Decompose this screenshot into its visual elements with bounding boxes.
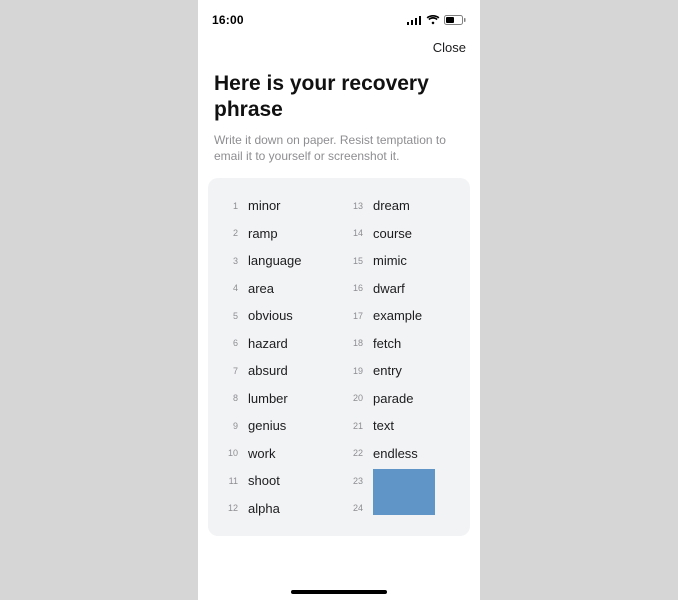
phrase-word: language xyxy=(248,253,302,268)
phrase-word: area xyxy=(248,281,274,296)
phrase-number: 22 xyxy=(343,448,363,458)
phrase-word: parade xyxy=(373,391,413,406)
phrase-item: 15 mimic xyxy=(343,247,460,275)
phrase-number: 24 xyxy=(343,503,363,513)
phrase-column-left: 1 minor 2 ramp 3 language 4 area xyxy=(218,192,335,522)
phrase-word: entry xyxy=(373,363,402,378)
phrase-item: 20 parade xyxy=(343,384,460,412)
phrase-word: genius xyxy=(248,418,286,433)
phrase-number: 9 xyxy=(218,421,238,431)
phrase-word: dream xyxy=(373,198,410,213)
phrase-item: 18 fetch xyxy=(343,329,460,357)
phrase-item: 13 dream xyxy=(343,192,460,220)
phrase-item: 11 shoot xyxy=(218,467,335,495)
phrase-item: 12 alpha xyxy=(218,494,335,522)
phrase-number: 10 xyxy=(218,448,238,458)
phrase-number: 13 xyxy=(343,201,363,211)
phrase-number: 5 xyxy=(218,311,238,321)
phrase-item: 10 work xyxy=(218,439,335,467)
close-button[interactable]: Close xyxy=(433,40,466,55)
home-indicator xyxy=(291,590,387,594)
phrase-number: 15 xyxy=(343,256,363,266)
phrase-word: ramp xyxy=(248,226,278,241)
phrase-number: 16 xyxy=(343,283,363,293)
phrase-number: 4 xyxy=(218,283,238,293)
phrase-word: minor xyxy=(248,198,281,213)
phrase-number: 17 xyxy=(343,311,363,321)
phrase-item: 5 obvious xyxy=(218,302,335,330)
phrase-item: 2 ramp xyxy=(218,219,335,247)
phrase-item: 3 language xyxy=(218,247,335,275)
phrase-number: 18 xyxy=(343,338,363,348)
phrase-word: obvious xyxy=(248,308,293,323)
phrase-number: 23 xyxy=(343,476,363,486)
redacted-block xyxy=(373,469,435,515)
phrase-word: course xyxy=(373,226,412,241)
phrase-number: 19 xyxy=(343,366,363,376)
phrase-word: example xyxy=(373,308,422,323)
status-bar: 16:00 xyxy=(198,6,480,34)
phrase-item: 6 hazard xyxy=(218,329,335,357)
phrase-number: 3 xyxy=(218,256,238,266)
phrase-word: endless xyxy=(373,446,418,461)
phrase-item: 14 course xyxy=(343,219,460,247)
phrase-item: 8 lumber xyxy=(218,384,335,412)
recovery-phrase-card: 1 minor 2 ramp 3 language 4 area xyxy=(208,178,470,536)
phrase-word: work xyxy=(248,446,275,461)
status-time: 16:00 xyxy=(212,13,244,27)
phrase-item: 22 endless xyxy=(343,439,460,467)
phrase-number: 8 xyxy=(218,393,238,403)
phrase-word: fetch xyxy=(373,336,401,351)
phrase-word: lumber xyxy=(248,391,288,406)
phrase-word: dwarf xyxy=(373,281,405,296)
wifi-icon xyxy=(426,15,440,25)
phrase-word: alpha xyxy=(248,501,280,516)
phrase-item: 4 area xyxy=(218,274,335,302)
phrase-number: 11 xyxy=(218,476,238,486)
phrase-number: 1 xyxy=(218,201,238,211)
content-area: Here is your recovery phrase Write it do… xyxy=(198,65,480,536)
phrase-number: 7 xyxy=(218,366,238,376)
cellular-signal-icon xyxy=(407,15,422,25)
phrase-word: absurd xyxy=(248,363,288,378)
phrase-item: 7 absurd xyxy=(218,357,335,385)
phrase-word: text xyxy=(373,418,394,433)
phrase-item: 9 genius xyxy=(218,412,335,440)
phrase-number: 14 xyxy=(343,228,363,238)
phrase-item: 16 dwarf xyxy=(343,274,460,302)
status-right xyxy=(407,15,466,25)
phrase-item: 23 xyxy=(343,467,373,495)
phrase-item: 19 entry xyxy=(343,357,460,385)
phrase-number: 2 xyxy=(218,228,238,238)
phrase-item: 1 minor xyxy=(218,192,335,220)
phrase-word: shoot xyxy=(248,473,280,488)
page-title: Here is your recovery phrase xyxy=(214,71,464,124)
battery-icon xyxy=(444,15,466,25)
page-subtitle: Write it down on paper. Resist temptatio… xyxy=(214,132,464,164)
phrase-item: 24 xyxy=(343,494,373,522)
phrase-number: 12 xyxy=(218,503,238,513)
phrase-number: 6 xyxy=(218,338,238,348)
phrase-word: hazard xyxy=(248,336,288,351)
phrase-item: 21 text xyxy=(343,412,460,440)
phrase-item: 17 example xyxy=(343,302,460,330)
phrase-number: 21 xyxy=(343,421,363,431)
phrase-grid: 1 minor 2 ramp 3 language 4 area xyxy=(218,192,460,522)
phrase-column-right: 13 dream 14 course 15 mimic 16 dwarf xyxy=(343,192,460,522)
phrase-number: 20 xyxy=(343,393,363,403)
phone-frame: 16:00 xyxy=(198,0,480,600)
top-bar: Close xyxy=(198,34,480,65)
phrase-word: mimic xyxy=(373,253,407,268)
